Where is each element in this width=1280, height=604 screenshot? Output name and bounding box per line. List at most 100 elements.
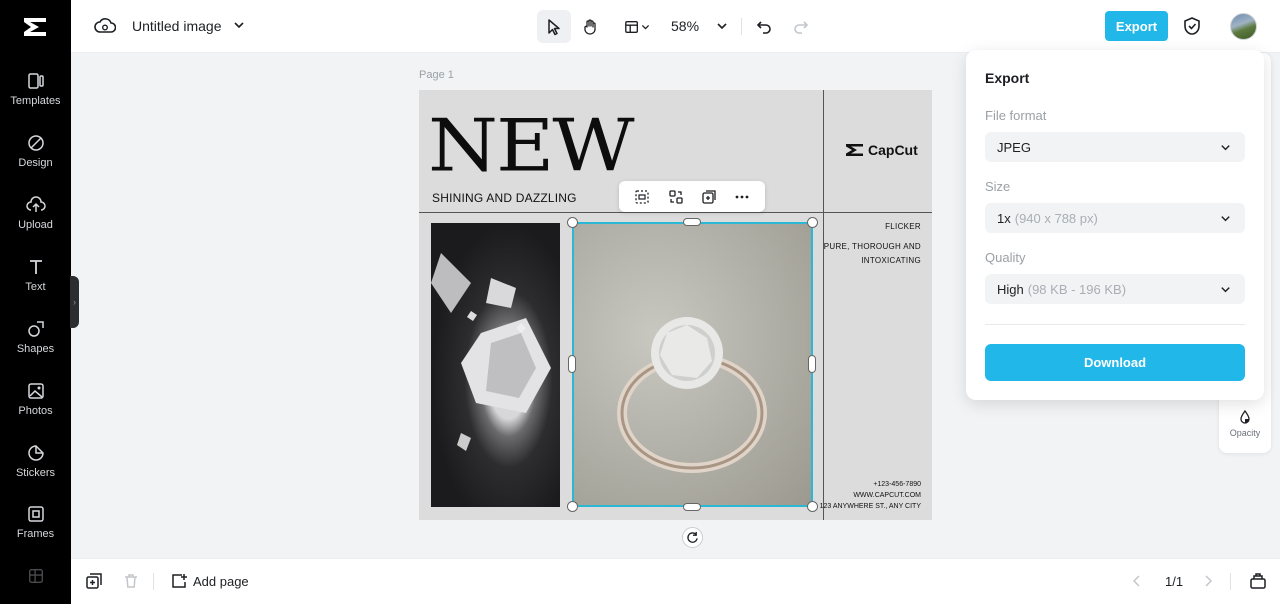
download-button[interactable]: Download [985,344,1245,381]
resize-handle-bottom-right[interactable] [807,501,818,512]
frames-icon [27,506,44,522]
rotate-handle[interactable] [682,527,703,548]
sidebar-item-stickers[interactable]: Stickers [0,441,71,493]
zoom-level[interactable]: 58% [671,18,699,34]
document-title[interactable]: Untitled image [132,18,222,34]
tagline-flicker[interactable]: FLICKER [885,222,921,231]
sidebar-item-label: Stickers [15,467,56,479]
text-icon [29,260,42,274]
rotate-icon [687,531,698,543]
shield-icon[interactable] [1183,16,1201,36]
resize-handle-top[interactable] [683,218,701,226]
resize-handle-top-right[interactable] [807,217,818,228]
sidebar-item-photos[interactable]: Photos [0,379,71,431]
page-label: Page 1 [419,69,454,81]
size-value: 1x [997,210,1011,226]
ring-illustration [617,317,767,473]
contact-block[interactable]: +123-456-7890 WWW.CAPCUT.COM 123 ANYWHER… [811,479,921,512]
select-area-button[interactable] [632,187,652,207]
contact-phone: +123-456-7890 [873,481,921,488]
headline-text[interactable]: NEW [428,110,635,182]
sidebar-item-templates[interactable]: Templates [0,69,71,121]
add-page-button[interactable]: Add page [171,573,249,589]
layout-menu-button[interactable] [617,10,657,43]
chevron-down-icon[interactable] [232,18,246,32]
bottom-divider [1230,573,1231,590]
more-horizontal-icon [735,195,749,199]
chevron-right-icon[interactable] [1200,573,1216,589]
more-apps-icon [28,569,43,583]
divider-line-horizontal[interactable] [419,212,932,213]
toolbar-divider [741,18,742,35]
diamonds-photo[interactable] [431,223,560,507]
subline-text[interactable]: SHINING AND DAZZLING [432,191,577,205]
upload-icon [25,196,46,212]
hand-icon [584,18,596,35]
quality-value: High [997,281,1024,297]
redo-icon [794,20,809,34]
stickers-icon [27,445,44,461]
templates-icon [27,73,44,89]
size-select[interactable]: 1x (940 x 788 px) [985,203,1245,233]
top-toolbar: Untitled image 58% Export [71,0,1280,53]
sidebar-item-text[interactable]: Text [0,255,71,307]
shapes-icon [27,321,44,337]
capcut-logo-icon[interactable] [21,14,49,38]
quality-detail: (98 KB - 196 KB) [1027,281,1127,297]
hand-tool-button[interactable] [574,10,608,43]
redo-button[interactable] [784,10,818,43]
avatar[interactable] [1230,13,1257,40]
trash-icon[interactable] [122,572,140,590]
bottom-divider [153,573,154,590]
replace-button[interactable] [666,187,686,207]
sidebar-item-frames[interactable]: Frames [0,502,71,554]
ring-photo[interactable] [572,223,812,507]
quality-label: Quality [985,250,1026,265]
design-page[interactable]: NEW SHINING AND DAZZLING CapCut FLICKER … [419,90,932,520]
photos-icon [27,383,44,399]
duplicate-page-icon[interactable] [85,572,103,590]
undo-button[interactable] [747,10,781,43]
element-floating-toolbar [619,181,765,212]
sidebar-item-label: Photos [18,405,53,417]
size-label: Size [985,179,1011,194]
sidebar-item-upload[interactable]: Upload [0,193,71,245]
resize-handle-top-left[interactable] [567,217,578,228]
sidebar-item-design[interactable]: Design [0,131,71,183]
export-button[interactable]: Export [1105,11,1168,41]
chevron-left-icon[interactable] [1129,573,1145,589]
cloud-sync-icon[interactable] [94,16,116,36]
opacity-button[interactable]: Opacity [1219,404,1271,450]
export-panel-divider [985,324,1245,325]
brand-name: CapCut [868,142,918,158]
file-format-select[interactable]: JPEG [985,132,1245,162]
sidebar-item-more[interactable] [0,565,71,585]
sidebar-collapse-handle[interactable]: › [70,276,79,328]
replace-icon [669,190,683,204]
brand-logo[interactable]: CapCut [845,142,918,158]
resize-handle-bottom[interactable] [683,503,701,511]
chevron-down-icon [1221,287,1230,293]
tagline-description[interactable]: PURE, THOROUGH AND INTOXICATING [821,240,921,268]
resize-handle-left[interactable] [568,355,576,373]
more-options-button[interactable] [732,187,752,207]
sidebar-item-label: Text [25,281,46,293]
duplicate-button[interactable] [699,187,719,207]
resize-handle-right[interactable] [808,355,816,373]
divider-line-vertical[interactable] [823,90,824,520]
file-format-value: JPEG [997,139,1031,155]
chevron-down-icon[interactable] [715,19,729,33]
capcut-logo-icon [846,144,863,156]
file-format-label: File format [985,108,1047,123]
chevron-down-icon [1221,145,1230,151]
sidebar-item-label: Frames [16,528,55,540]
opacity-label: Opacity [1229,428,1261,438]
sidebar-item-label: Templates [10,95,61,107]
sidebar-item-shapes[interactable]: Shapes [0,317,71,369]
select-tool-button[interactable] [537,10,571,43]
page-manager-icon[interactable] [1249,572,1267,590]
quality-select[interactable]: High (98 KB - 196 KB) [985,274,1245,304]
undo-icon [756,20,771,34]
resize-handle-bottom-left[interactable] [567,501,578,512]
diamonds-illustration [431,253,551,451]
